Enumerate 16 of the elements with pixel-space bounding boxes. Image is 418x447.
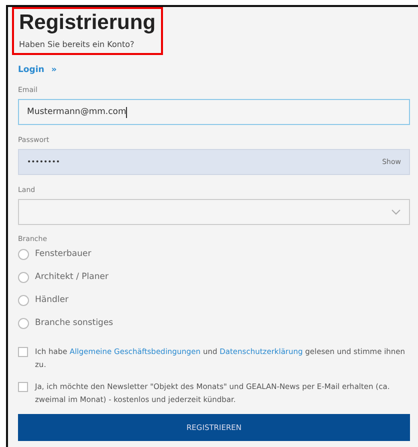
radio-button[interactable]	[18, 272, 29, 282]
radio-label[interactable]: Händler	[35, 295, 68, 305]
subtitle: Haben Sie bereits ein Konto?	[19, 40, 134, 49]
checkbox[interactable]	[18, 347, 28, 357]
radio-button[interactable]	[18, 294, 29, 306]
radio-label[interactable]: Fensterbauer	[35, 249, 92, 259]
radio-button[interactable]	[18, 248, 29, 260]
country-select[interactable]	[18, 199, 410, 225]
page-title: Registrierung	[19, 11, 156, 35]
radio-button[interactable]	[18, 318, 29, 328]
radio-label[interactable]: Architekt / Planer	[35, 272, 108, 282]
checkbox[interactable]	[18, 382, 28, 392]
login-link[interactable]: Login »	[18, 65, 57, 75]
chevron-down-icon	[391, 209, 401, 215]
email-field[interactable]: Mustermann@mm.com	[18, 99, 410, 125]
radio-label[interactable]: Branche sonstiges	[35, 318, 114, 328]
